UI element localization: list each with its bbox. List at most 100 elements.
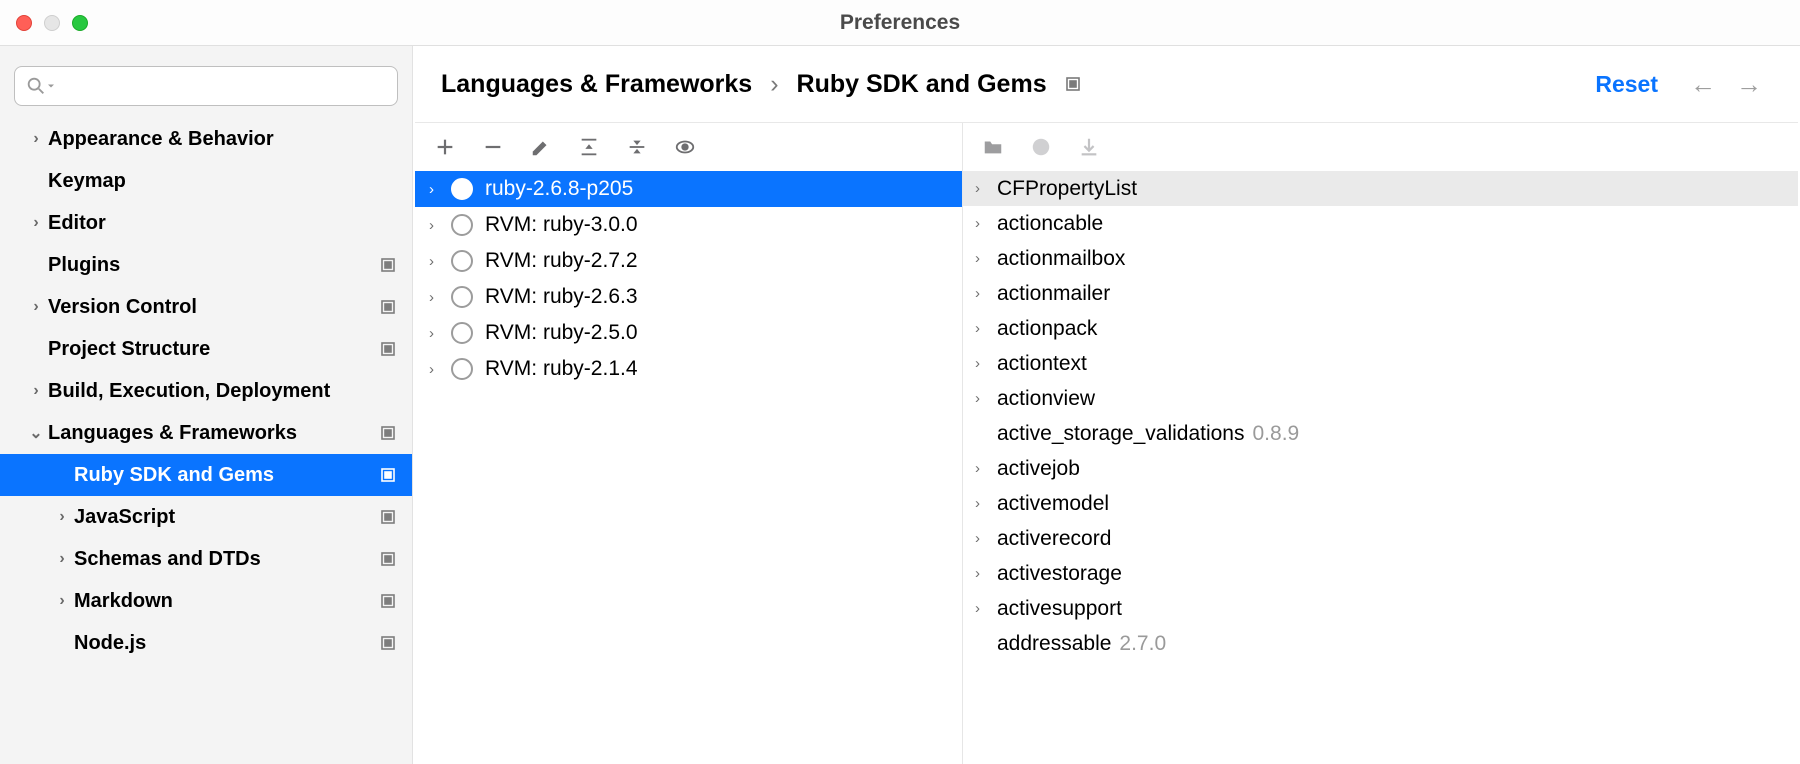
preferences-sidebar: ›Appearance & BehaviorKeymap›EditorPlugi… — [0, 46, 413, 764]
project-scope-icon — [378, 467, 398, 483]
gem-item[interactable]: ›actionview — [963, 381, 1798, 416]
sdk-item[interactable]: ›RVM: ruby-2.5.0 — [415, 315, 962, 351]
sdk-item[interactable]: ›ruby-2.6.8-p205 — [415, 171, 962, 207]
back-button[interactable]: ← — [1680, 69, 1726, 100]
open-gem-folder-button[interactable] — [981, 135, 1005, 159]
gem-version: 0.8.9 — [1253, 422, 1300, 446]
chevron-right-icon: › — [24, 382, 48, 400]
project-scope-icon — [378, 341, 398, 357]
gem-item[interactable]: ›activerecord — [963, 521, 1798, 556]
project-scope-icon — [378, 425, 398, 441]
search-field[interactable] — [63, 76, 387, 97]
project-scope-icon — [378, 299, 398, 315]
sidebar-item-appearance-behavior[interactable]: ›Appearance & Behavior — [0, 118, 412, 160]
reset-button[interactable]: Reset — [1595, 71, 1658, 98]
sdk-item[interactable]: › RVM: ruby-2.1.4 — [415, 351, 962, 387]
sidebar-item-project-structure[interactable]: Project Structure — [0, 328, 412, 370]
sdk-toolbar — [415, 123, 962, 171]
radio-icon[interactable] — [451, 322, 473, 344]
add-sdk-button[interactable] — [433, 135, 457, 159]
chevron-right-icon: › — [975, 285, 997, 302]
sdk-label: RVM: ruby-2.1.4 — [485, 357, 638, 381]
gem-docs-button[interactable] — [1029, 135, 1053, 159]
gem-item[interactable]: ›activestorage — [963, 556, 1798, 591]
sidebar-item-schemas-and-dtds[interactable]: ›Schemas and DTDs — [0, 538, 412, 580]
chevron-right-icon: › — [975, 250, 997, 267]
gem-toolbar — [963, 123, 1798, 171]
project-scope-icon — [378, 593, 398, 609]
radio-icon[interactable] — [451, 178, 473, 200]
sidebar-item-markdown[interactable]: ›Markdown — [0, 580, 412, 622]
search-icon — [25, 75, 47, 97]
radio-icon[interactable] — [451, 358, 473, 380]
edit-sdk-button[interactable] — [529, 135, 553, 159]
gem-name: actionmailer — [997, 282, 1110, 306]
gem-item[interactable]: ›actionmailbox — [963, 241, 1798, 276]
project-scope-icon — [1065, 70, 1081, 99]
show-paths-button[interactable] — [673, 135, 697, 159]
sidebar-item-label: Plugins — [48, 254, 378, 277]
sdk-item[interactable]: › RVM: ruby-2.6.3 — [415, 279, 962, 315]
gem-item[interactable]: ›actionpack — [963, 311, 1798, 346]
sidebar-item-javascript[interactable]: ›JavaScript — [0, 496, 412, 538]
remove-sdk-button[interactable] — [481, 135, 505, 159]
sdk-label: RVM: ruby-2.5.0 — [485, 321, 638, 345]
gem-item[interactable]: ›actiontext — [963, 346, 1798, 381]
gem-item[interactable]: ›activemodel — [963, 486, 1798, 521]
radio-icon[interactable] — [451, 250, 473, 272]
sidebar-item-label: Editor — [48, 212, 378, 235]
chevron-right-icon: › — [975, 600, 997, 617]
breadcrumb-item: Ruby SDK and Gems — [797, 70, 1047, 99]
download-gem-button[interactable] — [1077, 135, 1101, 159]
chevron-right-icon: › — [24, 130, 48, 148]
gem-name: addressable — [997, 632, 1111, 656]
window-title: Preferences — [0, 11, 1800, 35]
chevron-right-icon: › — [429, 289, 451, 306]
sdk-label: RVM: ruby-3.0.0 — [485, 213, 638, 237]
search-input[interactable] — [14, 66, 398, 106]
gem-item[interactable]: ›actionmailer — [963, 276, 1798, 311]
chevron-right-icon: › — [975, 390, 997, 407]
sidebar-item-version-control[interactable]: ›Version Control — [0, 286, 412, 328]
sidebar-item-label: Node.js — [74, 632, 378, 655]
sdk-item[interactable]: ›RVM: ruby-2.7.2 — [415, 243, 962, 279]
forward-button[interactable]: → — [1726, 69, 1772, 100]
sidebar-item-ruby-sdk-and-gems[interactable]: Ruby SDK and Gems — [0, 454, 412, 496]
chevron-right-icon: › — [975, 495, 997, 512]
sidebar-item-label: Keymap — [48, 170, 378, 193]
sidebar-item-languages-frameworks[interactable]: ⌄Languages & Frameworks — [0, 412, 412, 454]
gem-item[interactable]: ›activejob — [963, 451, 1798, 486]
sidebar-item-label: Build, Execution, Deployment — [48, 380, 378, 403]
gem-name: active_storage_validations — [997, 422, 1245, 446]
sidebar-item-label: Project Structure — [48, 338, 378, 361]
sdk-item[interactable]: ›RVM: ruby-3.0.0 — [415, 207, 962, 243]
chevron-right-icon: › — [429, 181, 451, 198]
gem-name: activerecord — [997, 527, 1111, 551]
chevron-right-icon: › — [975, 530, 997, 547]
gem-item[interactable]: ›CFPropertyList — [963, 171, 1798, 206]
sidebar-item-plugins[interactable]: Plugins — [0, 244, 412, 286]
project-scope-icon — [378, 509, 398, 525]
sidebar-item-label: Appearance & Behavior — [48, 128, 378, 151]
collapse-all-button[interactable] — [625, 135, 649, 159]
gem-item[interactable]: ›active_storage_validations0.8.9 — [963, 416, 1798, 451]
chevron-right-icon: › — [50, 592, 74, 610]
sidebar-item-build-execution-deployment[interactable]: ›Build, Execution, Deployment — [0, 370, 412, 412]
sidebar-item-node-js[interactable]: Node.js — [0, 622, 412, 664]
chevron-down-icon: ⌄ — [24, 423, 48, 443]
radio-icon[interactable] — [451, 286, 473, 308]
chevron-right-icon: › — [429, 361, 451, 378]
chevron-right-icon: › — [429, 253, 451, 270]
sidebar-item-keymap[interactable]: Keymap — [0, 160, 412, 202]
gem-item[interactable]: ›addressable2.7.0 — [963, 626, 1798, 661]
gem-name: actionview — [997, 387, 1095, 411]
gem-item[interactable]: ›activesupport — [963, 591, 1798, 626]
gem-name: activesupport — [997, 597, 1122, 621]
sidebar-item-editor[interactable]: ›Editor — [0, 202, 412, 244]
radio-icon[interactable] — [451, 214, 473, 236]
chevron-right-icon: › — [975, 320, 997, 337]
gem-name: actionpack — [997, 317, 1097, 341]
gem-item[interactable]: ›actioncable — [963, 206, 1798, 241]
expand-all-button[interactable] — [577, 135, 601, 159]
sdk-label: RVM: ruby-2.6.3 — [485, 285, 638, 309]
